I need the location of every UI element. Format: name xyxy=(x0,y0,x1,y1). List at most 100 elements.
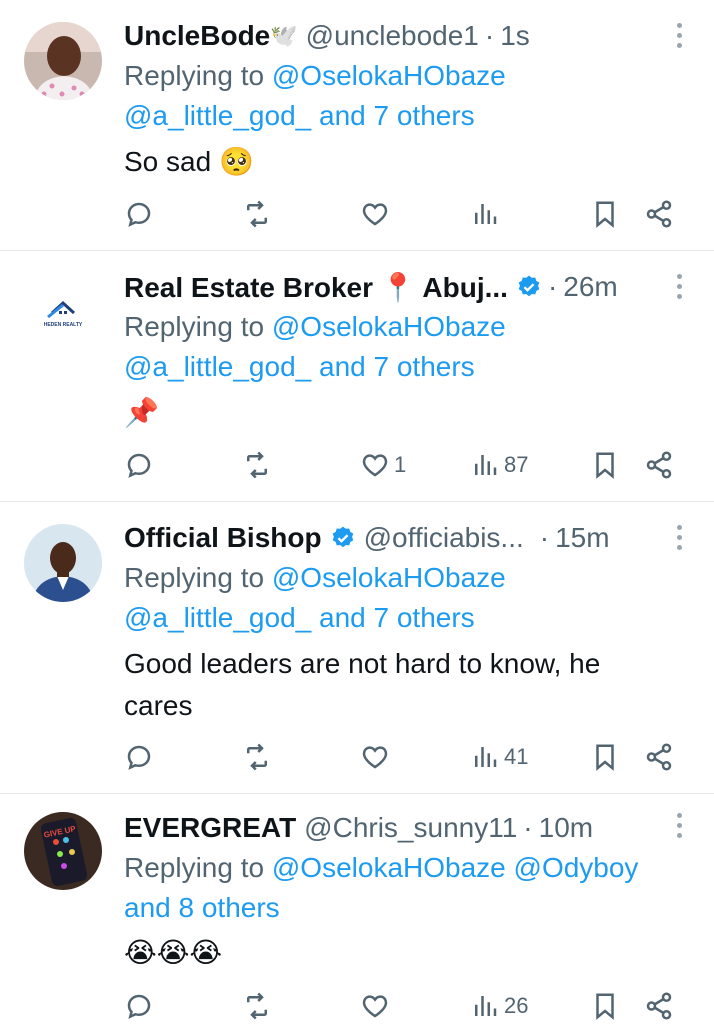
retweet-icon xyxy=(247,743,267,771)
mention-link[interactable]: @Odyboy xyxy=(514,852,639,883)
retweet-icon xyxy=(247,992,267,1020)
tweet-header: EVERGREAT @Chris_sunny11 · 10m xyxy=(124,808,593,848)
tweet[interactable]: Official Bishop @officiabis... · 15m Rep… xyxy=(0,502,714,794)
others-link[interactable]: and 7 others xyxy=(319,602,475,633)
bookmark-button[interactable] xyxy=(590,986,620,1024)
view-count: 41 xyxy=(504,744,529,769)
separator-dot: · xyxy=(539,522,550,553)
mention-link[interactable]: @a_little_god_ xyxy=(124,602,311,633)
views-button[interactable] xyxy=(470,194,504,234)
tweet-actions: 1 87 xyxy=(124,445,684,485)
timestamp[interactable]: 26m xyxy=(563,271,617,303)
retweet-button[interactable] xyxy=(242,986,272,1024)
replying-to-line-2: @a_little_god_ and 7 others xyxy=(124,347,475,387)
retweet-icon xyxy=(247,200,267,228)
reply-button[interactable] xyxy=(124,194,154,234)
display-name[interactable]: EVERGREAT xyxy=(124,812,296,844)
tweet[interactable]: HEDEN REALTY Real Estate Broker 📍 Abuj..… xyxy=(0,251,714,502)
replying-to-label: Replying to xyxy=(124,562,265,593)
views-button[interactable]: 26 xyxy=(470,986,528,1024)
view-count: 26 xyxy=(504,993,529,1018)
others-link[interactable]: and 8 others xyxy=(124,892,280,923)
retweet-button[interactable] xyxy=(242,737,272,777)
heart-icon xyxy=(362,746,388,769)
views-button[interactable]: 87 xyxy=(470,445,528,485)
like-button[interactable]: 1 xyxy=(360,445,406,485)
reply-button[interactable] xyxy=(124,737,154,777)
replying-to-line-2: and 8 others xyxy=(124,888,280,928)
more-vertical-icon[interactable] xyxy=(662,810,696,840)
display-name[interactable]: Real Estate Broker 📍 Abuj... xyxy=(124,271,508,304)
tweet-header: Official Bishop @officiabis... · 15m xyxy=(124,518,610,558)
share-button[interactable] xyxy=(644,194,674,234)
like-button[interactable] xyxy=(360,737,394,777)
share-button[interactable] xyxy=(644,986,674,1024)
separator-dot: · xyxy=(547,271,558,302)
timestamp[interactable]: 15m xyxy=(555,522,609,554)
share-icon xyxy=(646,200,672,228)
more-vertical-icon[interactable] xyxy=(662,20,696,50)
bookmark-button[interactable] xyxy=(590,445,620,485)
avatar[interactable]: HEDEN REALTY xyxy=(24,273,102,351)
display-name[interactable]: Official Bishop xyxy=(124,522,322,554)
replying-to-line: Replying to @OselokaHObaze xyxy=(124,558,506,598)
views-icon xyxy=(475,204,497,224)
reply-button[interactable] xyxy=(124,445,154,485)
replying-to-line: Replying to @OselokaHObaze @Odyboy xyxy=(124,848,638,888)
replying-to-line: Replying to @OselokaHObaze xyxy=(124,56,506,96)
replying-to-line-2: @a_little_god_ and 7 others xyxy=(124,598,475,638)
user-handle[interactable]: @Chris_sunny11 xyxy=(304,812,517,844)
user-handle[interactable]: @officiabis... xyxy=(364,522,524,554)
verified-badge-icon xyxy=(516,274,542,300)
retweet-button[interactable] xyxy=(242,194,272,234)
more-vertical-icon[interactable] xyxy=(662,522,696,552)
like-button[interactable] xyxy=(360,194,394,234)
display-name[interactable]: UncleBode xyxy=(124,20,270,52)
svg-text:HEDEN REALTY: HEDEN REALTY xyxy=(44,322,83,328)
replying-to-label: Replying to xyxy=(124,852,265,883)
separator-dot: · xyxy=(484,20,495,51)
like-count: 1 xyxy=(394,452,407,477)
mention-link[interactable]: @OselokaHObaze xyxy=(272,60,506,91)
mention-link[interactable]: @a_little_god_ xyxy=(124,351,311,382)
avatar[interactable] xyxy=(24,524,102,602)
mention-link[interactable]: @OselokaHObaze xyxy=(272,852,506,883)
timestamp[interactable]: 10m xyxy=(539,812,593,844)
user-handle[interactable]: @unclebode1 xyxy=(306,20,479,52)
heart-icon xyxy=(362,203,388,226)
share-icon xyxy=(646,451,672,479)
others-link[interactable]: and 7 others xyxy=(319,351,475,382)
tweet[interactable]: UncleBode 🕊️ @unclebode1 · 1s Replying t… xyxy=(0,0,714,251)
reply-icon xyxy=(127,745,151,770)
share-button[interactable] xyxy=(644,445,674,485)
tweet-text: Good leaders are not hard to know, he ca… xyxy=(124,648,601,721)
replying-to-label: Replying to xyxy=(124,60,265,91)
avatar[interactable] xyxy=(24,22,102,100)
retweet-button[interactable] xyxy=(242,445,272,485)
share-icon xyxy=(646,992,672,1020)
like-button[interactable] xyxy=(360,986,394,1024)
share-button[interactable] xyxy=(644,737,674,777)
avatar[interactable]: GIVE UP xyxy=(24,812,102,890)
heart-icon xyxy=(362,454,388,477)
bookmark-icon xyxy=(596,993,614,1020)
views-button[interactable]: 41 xyxy=(470,737,528,777)
bookmark-button[interactable] xyxy=(590,194,620,234)
view-count: 87 xyxy=(504,452,529,477)
mention-link[interactable]: @OselokaHObaze xyxy=(272,311,506,342)
avatar-image: GIVE UP xyxy=(24,812,102,890)
avatar-image xyxy=(24,524,102,602)
reply-icon xyxy=(127,453,151,478)
replying-to-label: Replying to xyxy=(124,311,265,342)
timestamp[interactable]: 1s xyxy=(500,20,530,52)
mention-link[interactable]: @a_little_god_ xyxy=(124,100,311,131)
replying-to-line-2: @a_little_god_ and 7 others xyxy=(124,96,475,136)
tweet-actions: 41 xyxy=(124,737,684,777)
more-vertical-icon[interactable] xyxy=(662,271,696,301)
others-link[interactable]: and 7 others xyxy=(319,100,475,131)
reply-button[interactable] xyxy=(124,986,154,1024)
mention-link[interactable]: @OselokaHObaze xyxy=(272,562,506,593)
tweet[interactable]: GIVE UP EVERGREAT @Chris_sunny11 · 10m R… xyxy=(0,794,714,1024)
tweet-actions xyxy=(124,194,684,234)
bookmark-button[interactable] xyxy=(590,737,620,777)
